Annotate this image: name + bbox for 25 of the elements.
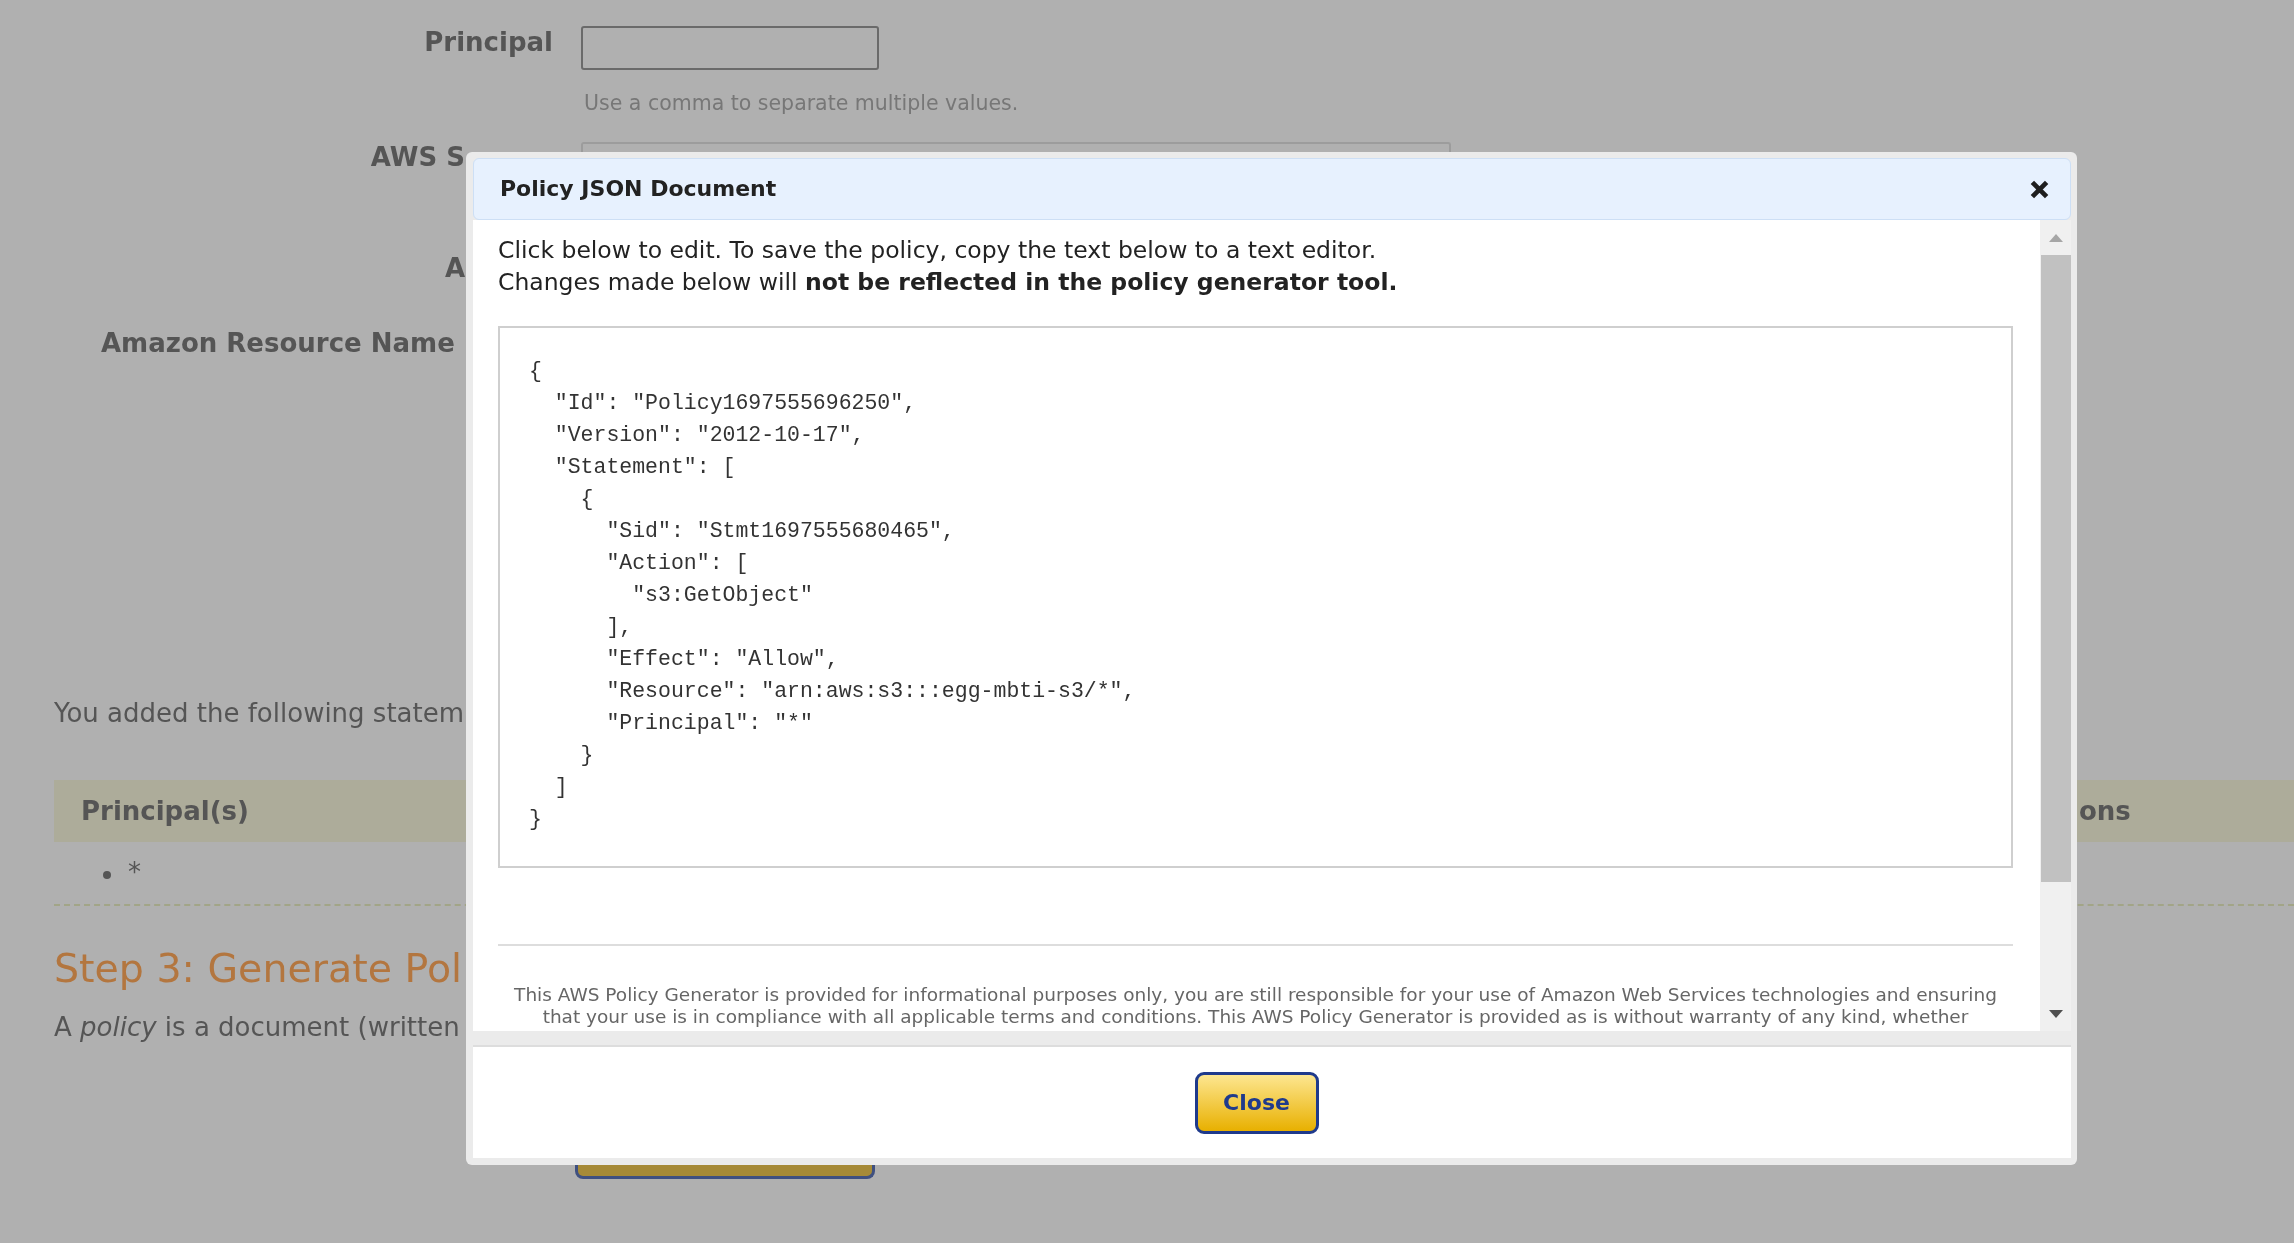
scrollbar[interactable] — [2040, 220, 2071, 1031]
hint-text: Use a comma to separate multiple values. — [584, 90, 1019, 116]
field-label: Principal — [423, 26, 553, 58]
instruction-text: Click below to edit. To save the policy, copy the text below to a text editor. — [498, 235, 1377, 266]
scrollbar-thumb[interactable] — [2040, 255, 2071, 882]
dialog-close-button[interactable] — [2030, 179, 2049, 199]
field-label: Amazon Resource Name — [101, 327, 455, 359]
scroll-up-icon[interactable] — [2048, 233, 2063, 242]
scroll-down-icon[interactable] — [2048, 1009, 2063, 1018]
input-field[interactable] — [581, 26, 879, 70]
close-button[interactable]: Close — [1194, 1071, 1319, 1134]
close-icon — [2030, 179, 2049, 199]
section-heading: Step 3: Generate Pol — [54, 944, 463, 992]
policy-editor[interactable]: { "Id": "Policy1697555696250", "Version": "2012-10-17", "Statement": [ { "Sid": "Stmt1697555680465", "Action": [ "s3:GetObject" ], "Effect": "Allow", "Resource": "arn:aws:s3:::egg-mbti-s3/*", "Principal": "*" } ] } — [498, 326, 2013, 868]
column-header: Principal(s) — [81, 795, 249, 827]
principal-value: * — [128, 857, 141, 887]
field-label: AWS S — [369, 141, 465, 173]
body-text: You added the following statem — [54, 697, 465, 729]
body-text: A policy is a document (written — [54, 1011, 460, 1043]
instruction-text: Changes made below will not be reflected in the policy generator tool. — [498, 267, 1398, 298]
dialog-title: Policy JSON Document — [500, 175, 777, 203]
field-label: A — [443, 252, 465, 284]
bullet-icon — [103, 871, 111, 879]
disclaimer-text: This AWS Policy Generator is provided for informational purposes only, you are still responsible for your use of Amazon Web Services technologies and ensuring that your use is in compliance with all applicable terms and conditions. This AWS Policy Generator is provided as is without warranty of any kind, whether — [513, 984, 1998, 1028]
column-header: ons — [2079, 795, 2131, 827]
